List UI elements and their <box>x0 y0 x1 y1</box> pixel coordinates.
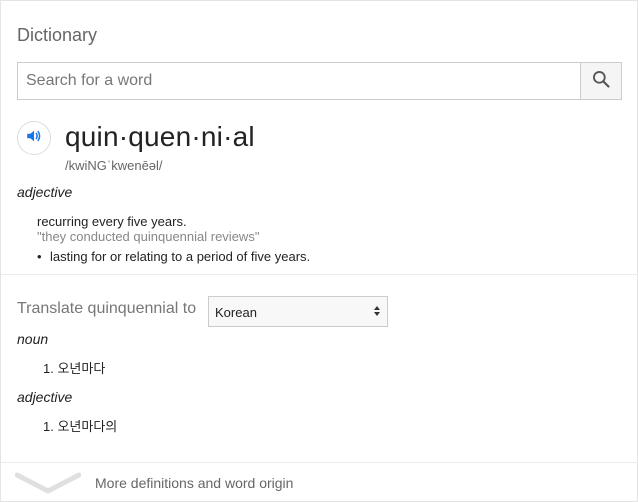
definition: recurring every five years. <box>37 214 187 229</box>
translation-item: 1. 오년마다의 <box>43 419 118 434</box>
translation-pos-noun: noun <box>17 331 49 347</box>
bullet-marker: • <box>37 249 42 264</box>
updown-arrows-icon <box>373 303 381 322</box>
language-select-value: Korean <box>215 305 257 320</box>
example-sentence: "they conducted quinquennial reviews" <box>37 229 260 244</box>
pronunciation-audio-button[interactable] <box>17 121 51 155</box>
footer-divider <box>1 462 638 463</box>
search-button[interactable] <box>580 63 621 99</box>
speaker-icon <box>25 127 43 150</box>
phonetic-spelling: /kwiNGˈkwenēəl/ <box>65 158 163 173</box>
translation-pos-adjective: adjective <box>17 389 73 405</box>
language-select[interactable]: Korean <box>208 296 388 327</box>
part-of-speech: adjective <box>17 184 73 200</box>
section-divider <box>1 274 638 275</box>
widget-title: Dictionary <box>17 25 98 45</box>
translation-item: 1. 오년마다 <box>43 361 106 376</box>
chevron-down-icon[interactable] <box>14 471 82 500</box>
sub-definition: lasting for or relating to a period of f… <box>50 249 311 264</box>
search-box <box>17 62 622 100</box>
translate-label: Translate quinquennial to <box>17 300 197 317</box>
search-input[interactable] <box>18 63 582 99</box>
more-definitions-link[interactable]: More definitions and word origin <box>95 475 293 491</box>
headword: quin·quen·ni·al <box>65 121 255 152</box>
search-icon <box>591 69 611 94</box>
dictionary-card: Dictionary quin·quen·ni·al /kwiNGˈkwenēə… <box>0 0 638 502</box>
